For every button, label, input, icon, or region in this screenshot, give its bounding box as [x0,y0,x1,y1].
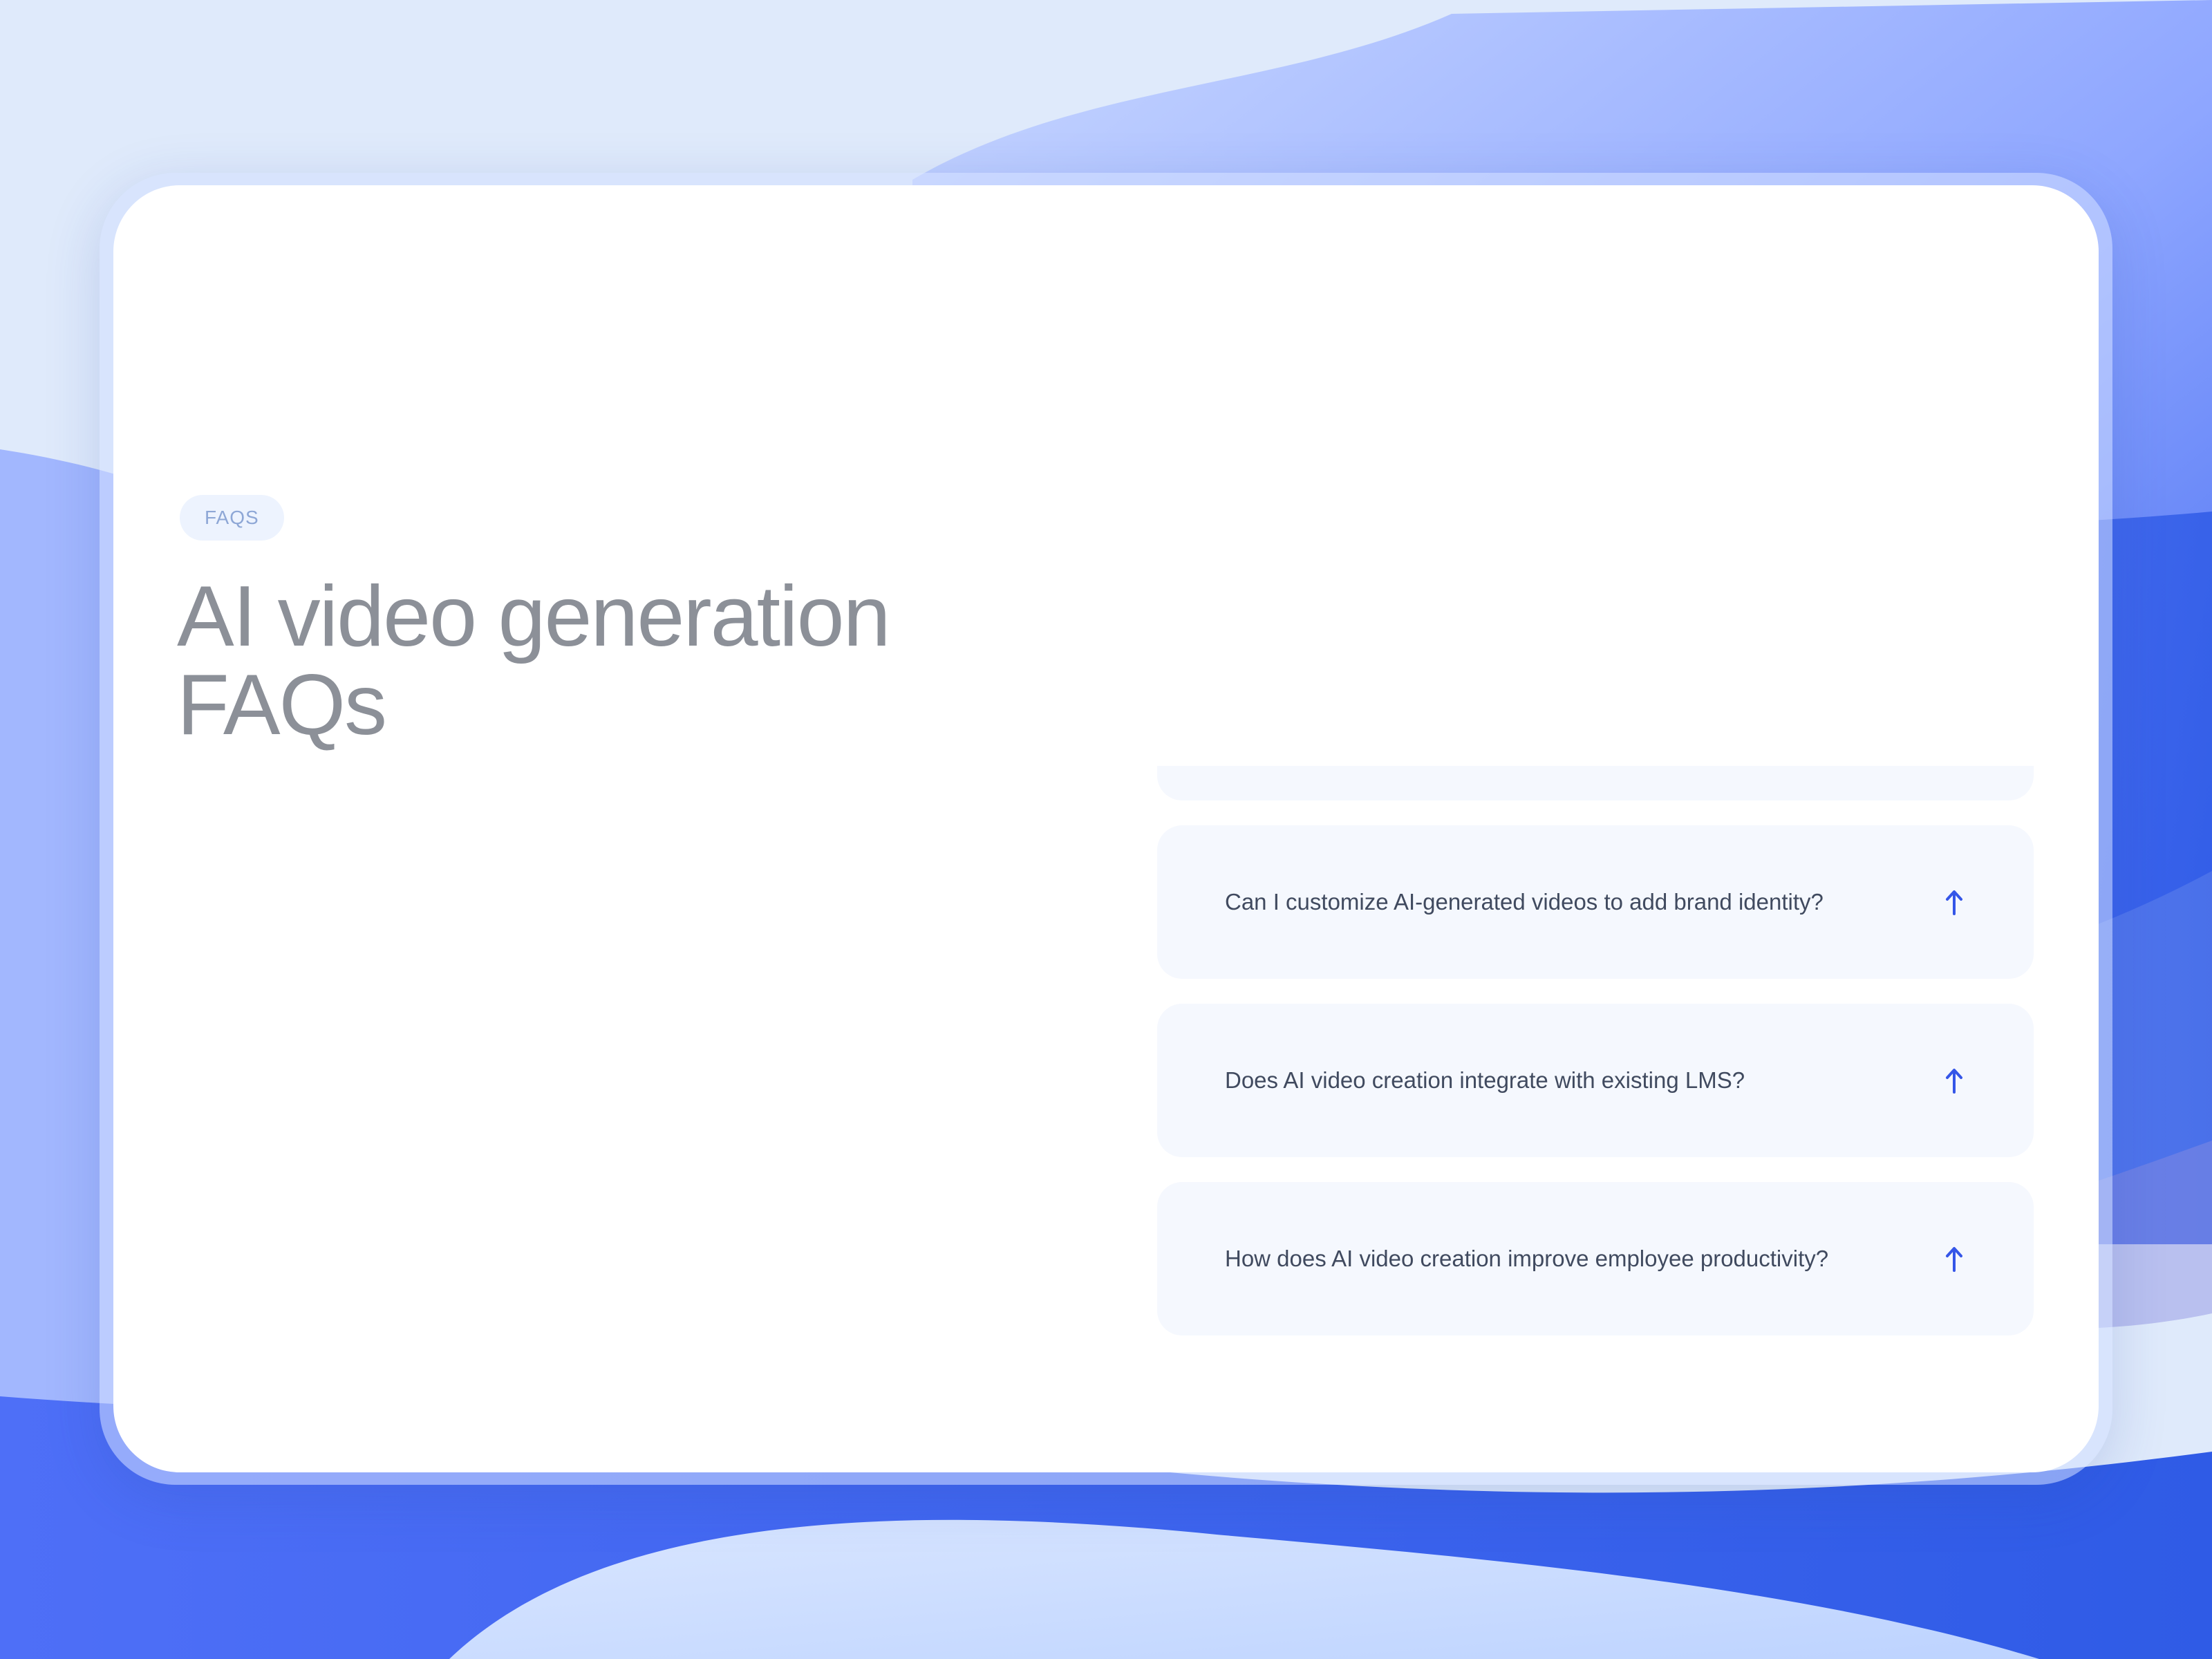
faq-question: Can I customize AI-generated videos to a… [1225,889,1824,915]
faq-item[interactable]: Can I customize AI-generated videos to a… [1157,825,2034,979]
arrow-up-icon[interactable] [1942,1245,1966,1273]
faq-question: How does AI video creation improve emplo… [1225,1246,1829,1271]
faq-card: FAQS AI video generation FAQs Can I cust… [113,185,2099,1472]
title-line-1: AI video generation [177,569,891,664]
faqs-badge: FAQS [180,495,284,541]
arrow-up-icon[interactable] [1942,1067,1966,1094]
faq-question: Does AI video creation integrate with ex… [1225,1067,1745,1093]
faq-list: Can I customize AI-generated videos to a… [1157,766,2034,1360]
faq-item-previous[interactable] [1157,766,2034,800]
page-title: AI video generation FAQs [177,572,1131,749]
arrow-up-icon[interactable] [1942,888,1966,916]
faq-item[interactable]: Does AI video creation integrate with ex… [1157,1004,2034,1157]
title-line-2: FAQs [177,657,387,753]
faq-item[interactable]: How does AI video creation improve emplo… [1157,1182,2034,1335]
